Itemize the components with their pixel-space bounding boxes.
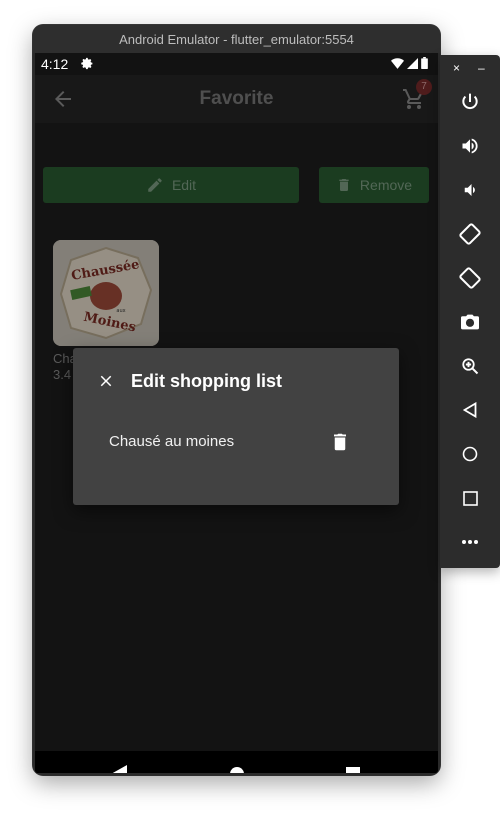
rotate-left-icon[interactable] — [458, 222, 482, 246]
window-title: Android Emulator - flutter_emulator:5554 — [119, 31, 354, 47]
panel-close-button[interactable]: × — [453, 61, 460, 75]
zoom-icon[interactable] — [458, 354, 482, 378]
home-circle-icon[interactable] — [458, 442, 482, 466]
power-icon[interactable] — [458, 90, 482, 114]
edit-shopping-list-dialog: Edit shopping list Chausé au moines — [73, 348, 399, 505]
close-icon[interactable] — [97, 372, 115, 390]
shopping-list-item: Chausé au moines — [109, 433, 235, 450]
nav-home-icon[interactable] — [229, 765, 245, 773]
more-options-icon[interactable] — [458, 530, 482, 554]
status-icons — [391, 57, 428, 69]
emulator-side-panel: × – — [440, 55, 500, 568]
nav-back-icon[interactable] — [111, 765, 127, 773]
volume-up-icon[interactable] — [458, 134, 482, 158]
status-bar: 4:12 — [35, 53, 438, 75]
volume-down-icon[interactable] — [458, 178, 482, 202]
battery-icon — [421, 57, 428, 69]
panel-minimize-button[interactable]: – — [478, 61, 485, 75]
delete-item-icon[interactable] — [331, 432, 349, 452]
rotate-right-icon[interactable] — [458, 266, 482, 290]
overview-square-icon[interactable] — [458, 486, 482, 510]
emulator-window: Android Emulator - flutter_emulator:5554… — [33, 25, 440, 775]
signal-icon — [407, 57, 418, 69]
dialog-title: Edit shopping list — [131, 371, 282, 391]
settings-gear-icon — [81, 57, 94, 70]
status-time: 4:12 — [41, 56, 69, 72]
back-triangle-icon[interactable] — [458, 398, 482, 422]
android-nav-bar — [35, 751, 438, 773]
camera-icon[interactable] — [458, 310, 482, 334]
phone-screen: 4:12 Favorite 7 Edit Remove Chaussée aux… — [35, 53, 438, 773]
side-panel-controls: × – — [440, 61, 500, 77]
nav-recents-icon[interactable] — [345, 765, 361, 773]
wifi-icon — [391, 57, 404, 69]
window-titlebar: Android Emulator - flutter_emulator:5554 — [33, 25, 440, 53]
